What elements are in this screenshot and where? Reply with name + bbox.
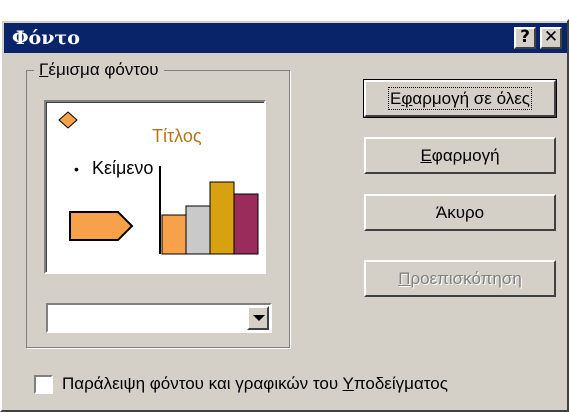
chart-bar — [209, 181, 235, 255]
slide-preview: Τίτλος • Κείμενο — [44, 100, 266, 274]
preview-button: Προεπισκόπηση — [364, 260, 556, 297]
apply-button[interactable]: Εφαρμογή — [364, 137, 556, 174]
arrow-shape — [69, 211, 134, 241]
preview-title: Τίτλος — [152, 126, 202, 146]
chart-bar — [161, 214, 187, 255]
diamond-bullet-icon — [58, 111, 78, 129]
dropdown-arrow-icon[interactable] — [247, 306, 269, 330]
chart-bar — [185, 205, 211, 255]
title-bar: Φόντο ? ✕ — [4, 23, 567, 53]
apply-to-all-button[interactable]: Εφαρμογή σε όλες — [363, 79, 557, 118]
preview-body: Κείμενο — [92, 158, 153, 178]
top-strip — [0, 0, 569, 19]
background-fill-label: Γέμισμα φόντου — [34, 59, 164, 81]
omit-master-graphics-label[interactable]: Παράλειψη φόντου και γραφικών του Υποδεί… — [62, 373, 448, 395]
help-button[interactable]: ? — [514, 27, 536, 49]
fill-color-dropdown[interactable] — [46, 303, 272, 333]
preview-chart — [159, 166, 259, 255]
preview-bullet: • — [74, 161, 79, 177]
close-button[interactable]: ✕ — [540, 27, 562, 49]
omit-master-graphics-checkbox[interactable] — [34, 375, 53, 394]
chart-bar — [233, 193, 259, 255]
cancel-button[interactable]: Άκυρο — [364, 194, 556, 231]
dialog-title: Φόντο — [12, 27, 80, 49]
preview-canvas: Τίτλος • Κείμενο — [58, 111, 259, 255]
